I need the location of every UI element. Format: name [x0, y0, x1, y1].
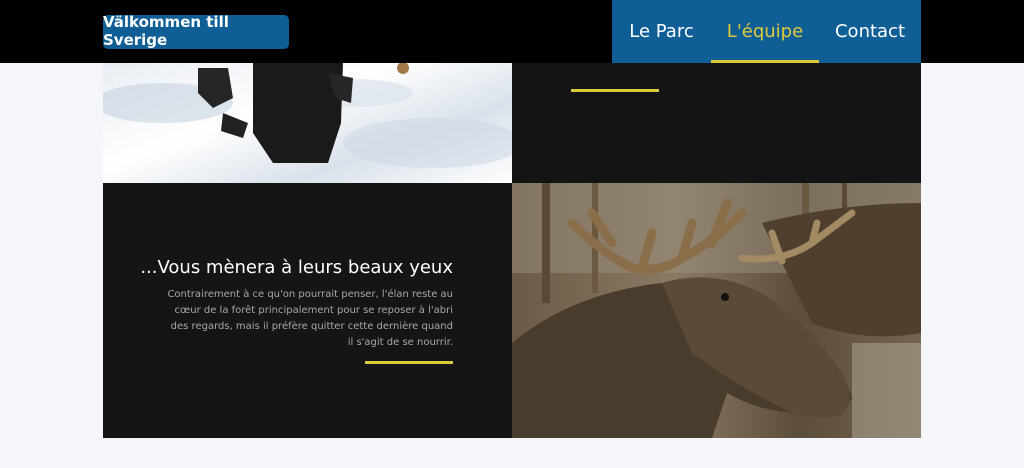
page: Välkommen till Sverige Le Parc L'équipe …: [0, 0, 1024, 468]
site-header: Välkommen till Sverige Le Parc L'équipe …: [0, 0, 1024, 63]
nav-item-le-parc[interactable]: Le Parc: [612, 0, 711, 63]
main-nav: Le Parc L'équipe Contact: [612, 0, 921, 63]
moose-photo-illustration: [512, 183, 921, 438]
snow-photo: [103, 63, 512, 183]
nav-item-label: Contact: [834, 21, 906, 42]
snow-photo-illustration: [103, 63, 512, 168]
accent-line: [571, 89, 659, 92]
nav-item-label: L'équipe: [726, 21, 804, 42]
nav-item-label: Le Parc: [629, 21, 694, 42]
text-panel: ...Vous mènera à leurs beaux yeux Contra…: [103, 183, 512, 438]
moose-photo: [512, 183, 921, 438]
section-heading: ...Vous mènera à leurs beaux yeux: [140, 257, 453, 278]
dark-panel-top: [512, 63, 921, 183]
brand-button[interactable]: Välkommen till Sverige: [103, 13, 289, 49]
nav-item-lequipe[interactable]: L'équipe: [711, 0, 819, 63]
nav-item-contact[interactable]: Contact: [819, 0, 921, 63]
section-paragraph: Contrairement à ce qu'on pourrait penser…: [167, 289, 453, 348]
accent-line: [365, 361, 453, 364]
